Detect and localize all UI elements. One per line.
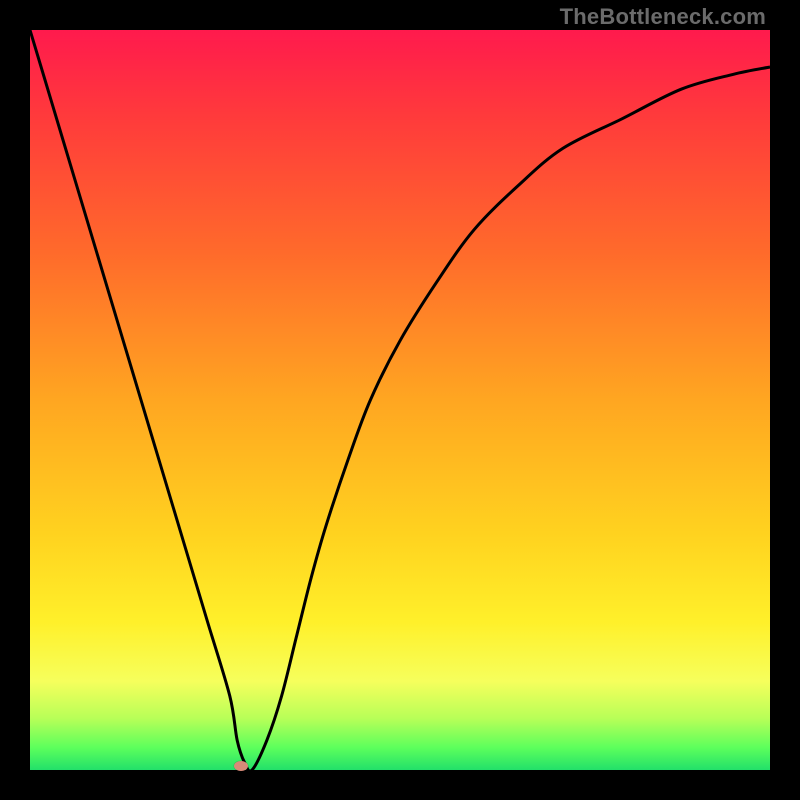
- curve-svg: [30, 30, 770, 770]
- bottleneck-curve: [30, 30, 770, 771]
- chart-frame: TheBottleneck.com: [0, 0, 800, 800]
- attribution-text: TheBottleneck.com: [560, 4, 766, 30]
- plot-area: [30, 30, 770, 770]
